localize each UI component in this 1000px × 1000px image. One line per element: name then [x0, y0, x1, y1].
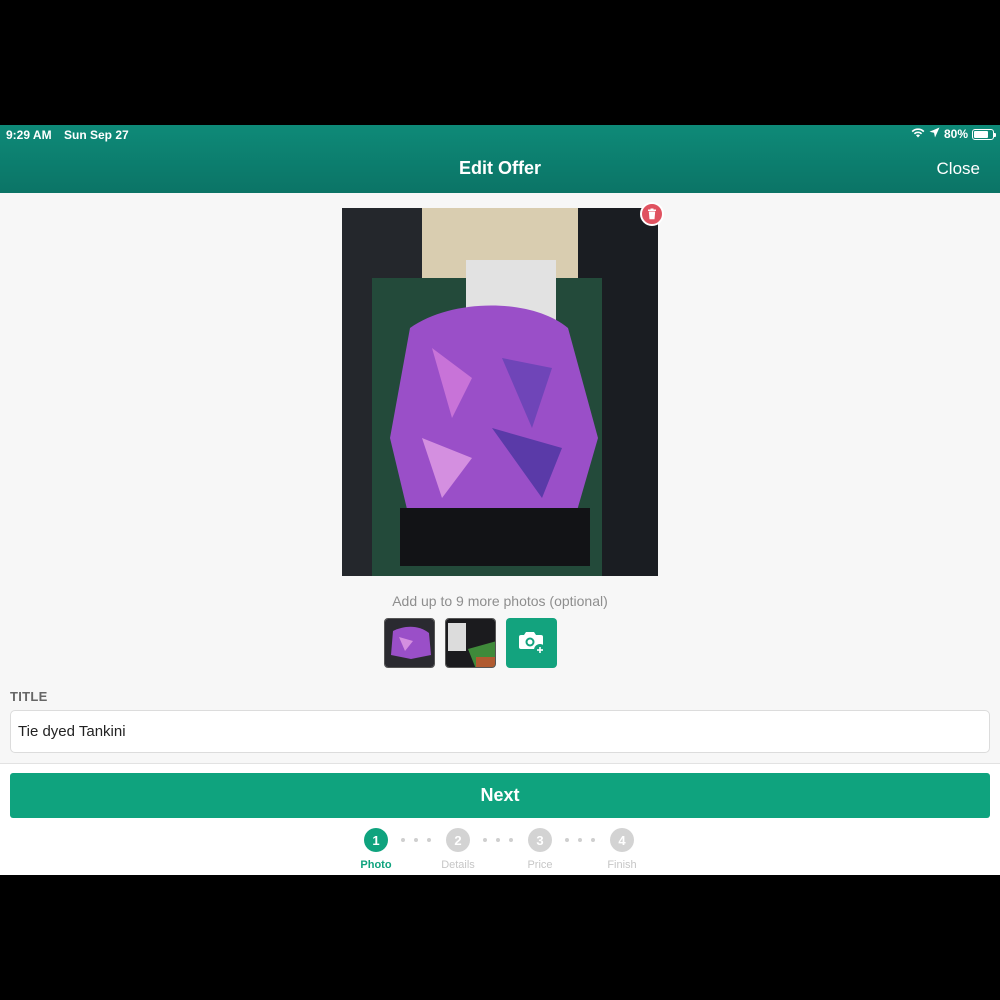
delete-photo-button[interactable]	[640, 202, 664, 226]
step-details: 2 Details	[428, 828, 488, 871]
battery-percent: 80%	[943, 127, 968, 141]
step-number: 1	[364, 828, 388, 852]
add-photo-button[interactable]	[506, 618, 557, 668]
step-number: 3	[528, 828, 552, 852]
trash-icon	[648, 208, 656, 220]
step-label: Photo	[360, 859, 392, 871]
add-photos-hint: Add up to 9 more photos (optional)	[392, 593, 608, 609]
step-number: 2	[446, 828, 470, 852]
main-photo[interactable]	[342, 208, 658, 576]
title-label: TITLE	[10, 689, 48, 704]
progress-steps: 1 Photo 2 Details 3 Price 4 Finish	[0, 828, 1000, 871]
camera-add-icon	[518, 632, 546, 656]
status-date: Sun Sep 27	[64, 128, 129, 142]
app-screen: 9:29 AM Sun Sep 27 80% Edit Offer Close	[0, 125, 1000, 875]
step-photo: 1 Photo	[346, 828, 406, 871]
step-label: Finish	[607, 859, 637, 871]
photo-thumbnail[interactable]	[384, 618, 435, 668]
step-connector	[483, 838, 513, 842]
bottom-area: Next 1 Photo 2 Details 3 Price 4 Finish	[0, 763, 1000, 875]
step-label: Price	[527, 859, 553, 871]
page-title: Edit Offer	[458, 158, 541, 178]
step-connector	[401, 838, 431, 842]
status-bar: 9:29 AM Sun Sep 27 80%	[0, 125, 1000, 145]
step-connector	[565, 838, 595, 842]
main-photo-container	[342, 202, 664, 576]
wifi-icon	[911, 127, 925, 141]
photo-thumbnails	[384, 618, 557, 668]
close-button[interactable]: Close	[937, 159, 980, 179]
step-finish: 4 Finish	[592, 828, 652, 871]
photo-thumbnail[interactable]	[445, 618, 496, 668]
step-number: 4	[610, 828, 634, 852]
battery-icon	[972, 128, 996, 140]
status-right: 80%	[911, 127, 996, 141]
next-button[interactable]: Next	[10, 773, 990, 818]
step-price: 3 Price	[510, 828, 570, 871]
step-label: Details	[441, 859, 475, 871]
status-time: 9:29 AM	[6, 128, 52, 142]
header-bar: 9:29 AM Sun Sep 27 80% Edit Offer Close	[0, 125, 1000, 193]
title-input[interactable]	[10, 710, 990, 753]
location-arrow-icon	[929, 127, 940, 141]
